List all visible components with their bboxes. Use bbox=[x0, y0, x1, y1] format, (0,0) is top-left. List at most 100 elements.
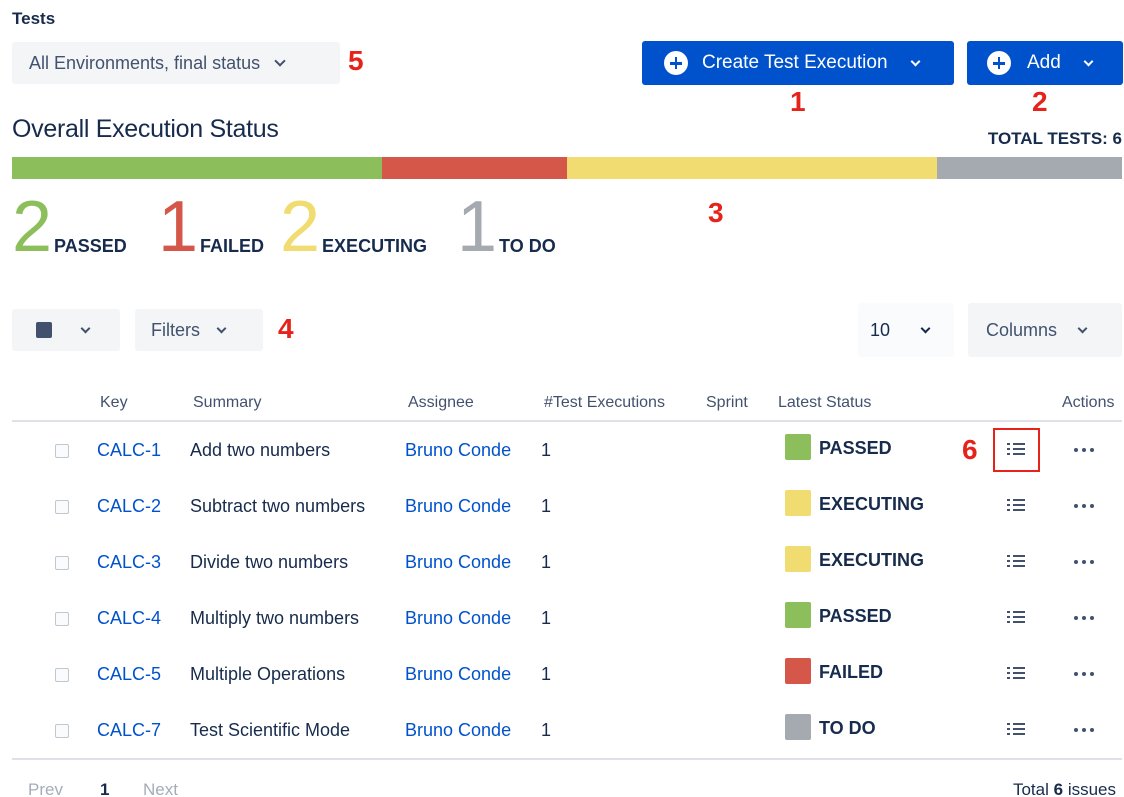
counter-todo: 1 TO DO bbox=[457, 187, 556, 267]
chevron-down-icon bbox=[80, 323, 91, 333]
counter-todo-label: TO DO bbox=[499, 236, 556, 256]
progress-segment-executing[interactable] bbox=[566, 157, 937, 179]
more-actions-icon[interactable] bbox=[1074, 728, 1094, 732]
column-header-sprint[interactable]: Sprint bbox=[706, 394, 748, 412]
execution-details-icon[interactable] bbox=[1007, 498, 1025, 514]
counter-executing: 2 EXECUTING bbox=[280, 191, 427, 263]
counter-passed: 2 PASSED bbox=[12, 191, 127, 263]
status-label: TO DO bbox=[819, 718, 876, 738]
row-checkbox[interactable] bbox=[55, 724, 69, 738]
execution-details-icon[interactable] bbox=[1007, 666, 1025, 682]
counter-failed-number: 1 bbox=[158, 187, 199, 267]
row-checkbox[interactable] bbox=[55, 556, 69, 570]
execution-details-icon[interactable] bbox=[1007, 722, 1025, 738]
pagination-next[interactable]: Next bbox=[143, 780, 178, 797]
more-actions-icon[interactable] bbox=[1074, 560, 1094, 564]
issue-key-link[interactable]: CALC-5 bbox=[97, 664, 161, 685]
total-tests: TOTAL TESTS: 6 bbox=[987, 129, 1122, 148]
assignee-link[interactable]: Bruno Conde bbox=[405, 608, 511, 629]
summary-text: Multiply two numbers bbox=[190, 608, 360, 628]
assignee-link[interactable]: Bruno Conde bbox=[405, 664, 511, 685]
execution-details-icon[interactable] bbox=[1007, 554, 1025, 570]
create-test-execution-button[interactable]: Create Test Execution bbox=[642, 41, 954, 85]
status-label: PASSED bbox=[819, 438, 892, 458]
page-size-select[interactable]: 10 bbox=[858, 303, 954, 357]
row-checkbox[interactable] bbox=[55, 612, 69, 626]
assignee-link[interactable]: Bruno Conde bbox=[405, 552, 511, 573]
section-label: Tests bbox=[12, 9, 56, 28]
status-progress-bar[interactable] bbox=[12, 157, 1122, 179]
annotation-6: 6 bbox=[962, 434, 978, 465]
columns-button[interactable]: Columns bbox=[968, 303, 1122, 357]
plus-circle-icon bbox=[664, 51, 688, 75]
chevron-down-icon bbox=[910, 56, 920, 66]
chevron-down-icon bbox=[920, 323, 931, 333]
status-label: FAILED bbox=[819, 662, 884, 682]
column-header-key[interactable]: Key bbox=[100, 394, 128, 412]
create-test-execution-label: Create Test Execution bbox=[702, 52, 888, 73]
checkbox-square-icon bbox=[36, 322, 52, 338]
column-header-test-executions[interactable]: #Test Executions bbox=[544, 394, 665, 412]
annotation-1: 1 bbox=[790, 86, 806, 117]
annotation-5: 5 bbox=[348, 45, 364, 76]
counter-todo-number: 1 bbox=[457, 187, 498, 267]
progress-segment-passed[interactable] bbox=[12, 157, 382, 179]
pagination-prev[interactable]: Prev bbox=[28, 780, 63, 797]
progress-segment-todo[interactable] bbox=[936, 157, 1122, 179]
summary-text: Add two numbers bbox=[190, 440, 331, 460]
row-checkbox[interactable] bbox=[55, 444, 69, 458]
issue-key-link[interactable]: CALC-4 bbox=[97, 608, 161, 629]
overall-status-title: Overall Execution Status bbox=[12, 115, 279, 143]
environment-select-value: All Environments, final status bbox=[29, 52, 261, 73]
table-row: CALC-3 Divide two numbers Bruno Conde 1 EXEC… bbox=[0, 534, 1124, 590]
issue-key-link[interactable]: CALC-7 bbox=[97, 720, 161, 741]
table-row: CALC-1 Add two numbers Bruno Conde 1 PASSED bbox=[0, 422, 1124, 478]
column-header-assignee[interactable]: Assignee bbox=[408, 394, 474, 412]
total-issues-count: 6 bbox=[1053, 780, 1064, 797]
execution-details-icon[interactable] bbox=[1007, 610, 1025, 626]
counter-passed-label: PASSED bbox=[54, 236, 127, 256]
filters-button[interactable]: Filters bbox=[135, 309, 263, 351]
issue-key-link[interactable]: CALC-2 bbox=[97, 496, 161, 517]
status-swatch bbox=[785, 602, 811, 628]
table-row: CALC-4 Multiply two numbers Bruno Conde 1 PA… bbox=[0, 590, 1124, 646]
pagination-current-page[interactable]: 1 bbox=[100, 780, 109, 797]
assignee-link[interactable]: Bruno Conde bbox=[405, 720, 511, 741]
status-label: EXECUTING bbox=[819, 494, 925, 514]
summary-text: Subtract two numbers bbox=[190, 496, 366, 516]
status-swatch bbox=[785, 546, 811, 572]
annotation-highlight-box bbox=[993, 428, 1040, 472]
assignee-link[interactable]: Bruno Conde bbox=[405, 440, 511, 461]
total-issues: Total 6 issues bbox=[1013, 780, 1116, 797]
test-executions-count: 1 bbox=[541, 720, 552, 740]
column-header-latest-status[interactable]: Latest Status bbox=[778, 394, 871, 412]
test-executions-count: 1 bbox=[541, 664, 552, 684]
test-executions-count: 1 bbox=[541, 608, 552, 628]
more-actions-icon[interactable] bbox=[1074, 672, 1094, 676]
total-issues-suffix: issues bbox=[1067, 780, 1116, 797]
test-executions-count: 1 bbox=[541, 496, 552, 516]
annotation-4: 4 bbox=[278, 313, 294, 344]
chevron-down-icon bbox=[1083, 56, 1094, 66]
annotation-2: 2 bbox=[1032, 86, 1048, 117]
filters-label: Filters bbox=[151, 319, 200, 340]
issue-key-link[interactable]: CALC-1 bbox=[97, 440, 161, 461]
more-actions-icon[interactable] bbox=[1074, 504, 1094, 508]
row-checkbox[interactable] bbox=[55, 668, 69, 682]
total-issues-prefix: Total bbox=[1012, 780, 1049, 797]
more-actions-icon[interactable] bbox=[1074, 448, 1094, 452]
column-header-summary[interactable]: Summary bbox=[193, 394, 261, 412]
more-actions-icon[interactable] bbox=[1074, 616, 1094, 620]
progress-segment-failed[interactable] bbox=[381, 157, 567, 179]
row-checkbox[interactable] bbox=[55, 500, 69, 514]
status-swatch bbox=[785, 490, 811, 516]
issue-key-link[interactable]: CALC-3 bbox=[97, 552, 161, 573]
bulk-select-dropdown[interactable] bbox=[12, 309, 120, 351]
columns-label: Columns bbox=[986, 319, 1058, 340]
summary-text: Test Scientific Mode bbox=[190, 720, 351, 740]
chevron-down-icon bbox=[1077, 323, 1088, 333]
add-button[interactable]: Add bbox=[967, 41, 1123, 85]
assignee-link[interactable]: Bruno Conde bbox=[405, 496, 511, 517]
environment-select[interactable]: All Environments, final status bbox=[12, 42, 340, 84]
status-label: PASSED bbox=[819, 606, 892, 626]
